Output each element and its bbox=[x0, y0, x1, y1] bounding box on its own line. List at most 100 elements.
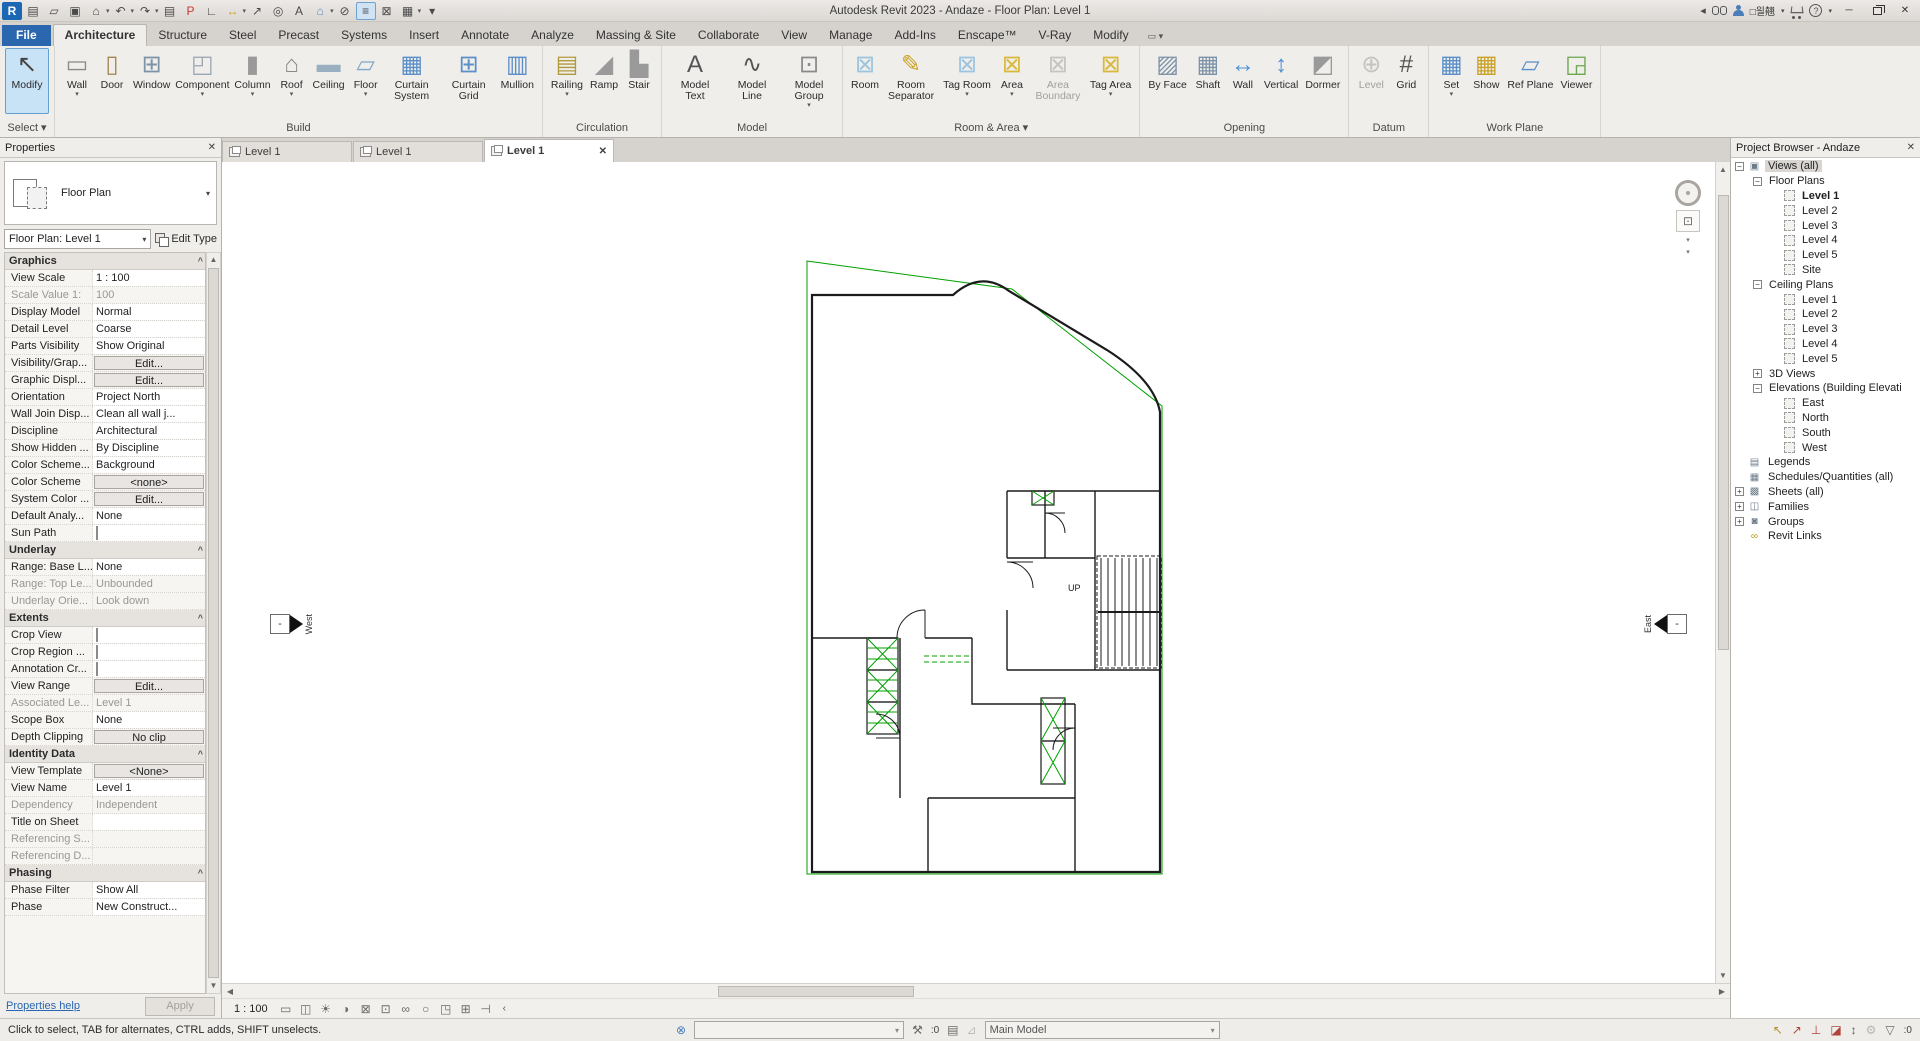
panel-label-select[interactable]: Select ▾ bbox=[0, 120, 54, 137]
ribbon-button-tag-area[interactable]: ⊠Tag Area▾ bbox=[1087, 48, 1134, 100]
property-checkbox[interactable] bbox=[96, 628, 98, 642]
ribbon-button-shaft[interactable]: ▦Shaft bbox=[1191, 48, 1225, 93]
scroll-down-icon[interactable]: ▼ bbox=[1719, 968, 1727, 983]
property-value[interactable]: Edit... bbox=[94, 373, 204, 387]
project-browser-close-icon[interactable]: ✕ bbox=[1907, 142, 1915, 153]
ribbon-button-curtain-grid[interactable]: ⊞Curtain Grid bbox=[441, 48, 497, 104]
ribbon-button-column[interactable]: ▮Column▾ bbox=[231, 48, 273, 100]
dropdown-icon[interactable]: ▾ bbox=[330, 7, 334, 15]
edit-type-button[interactable]: Edit Type bbox=[155, 233, 217, 246]
navbar-dropdown-icon[interactable]: ▾ bbox=[1686, 236, 1690, 244]
property-value[interactable]: Architectural bbox=[93, 423, 205, 439]
tree-item-east[interactable]: East bbox=[1731, 396, 1920, 411]
tab-manage[interactable]: Manage bbox=[818, 25, 883, 46]
elevation-marker-east[interactable]: East - bbox=[1642, 614, 1687, 634]
dropdown-icon[interactable]: ▾ bbox=[155, 7, 159, 15]
tab-structure[interactable]: Structure bbox=[147, 25, 218, 46]
view-tab-1[interactable]: Level 1 bbox=[222, 141, 352, 162]
scroll-right-icon[interactable]: ▶ bbox=[1714, 987, 1730, 996]
ribbon-button-by-face[interactable]: ▨By Face bbox=[1145, 48, 1190, 93]
qat-undo-button[interactable]: ↶ bbox=[111, 2, 131, 20]
property-value[interactable]: New Construct... bbox=[93, 899, 205, 915]
close-button[interactable]: ✕ bbox=[1894, 3, 1916, 19]
temporary-view-properties-icon[interactable]: ⊞ bbox=[457, 1001, 475, 1017]
ribbon-button-floor[interactable]: ▱Floor▾ bbox=[349, 48, 383, 100]
collapse-chevron-icon[interactable]: ^ bbox=[198, 256, 201, 266]
tab-architecture[interactable]: Architecture bbox=[53, 24, 148, 46]
qat-export-pdf-button[interactable]: P bbox=[181, 2, 201, 20]
minimize-button[interactable]: ─ bbox=[1838, 3, 1860, 19]
select-underlay-elements-toggle-icon[interactable]: ↗ bbox=[1792, 1023, 1802, 1037]
detail-level-icon[interactable]: ▭ bbox=[277, 1001, 295, 1017]
scrollbar-thumb[interactable] bbox=[208, 268, 219, 978]
background-processes-icon[interactable]: ⚙ bbox=[1866, 1023, 1877, 1037]
property-checkbox[interactable] bbox=[96, 662, 98, 676]
ribbon-button-viewer[interactable]: ◲Viewer bbox=[1557, 48, 1595, 93]
tab-collaborate[interactable]: Collaborate bbox=[687, 25, 770, 46]
qat-tag-by-category-button[interactable]: ◎ bbox=[268, 2, 288, 20]
dropdown-icon[interactable]: ▾ bbox=[565, 91, 569, 98]
ribbon-display-toggle-icon[interactable]: ▭ ▾ bbox=[1148, 31, 1164, 46]
ribbon-button-wall[interactable]: ↔Wall bbox=[1226, 48, 1260, 93]
dropdown-icon[interactable]: ▾ bbox=[75, 91, 79, 98]
type-preview[interactable]: Floor Plan ▾ bbox=[4, 161, 217, 225]
tree-expand-icon[interactable]: − bbox=[1735, 162, 1744, 171]
collapse-chevron-icon[interactable]: ^ bbox=[198, 868, 201, 878]
qat-thin-lines-button[interactable]: ≡ bbox=[356, 2, 376, 20]
tree-item-level-2[interactable]: Level 2 bbox=[1731, 307, 1920, 322]
dropdown-icon[interactable]: ▾ bbox=[1010, 91, 1014, 98]
user-dropdown-icon[interactable]: ▾ bbox=[1781, 7, 1785, 15]
ribbon-button-modify[interactable]: ↖Modify bbox=[5, 48, 49, 114]
active-workset-select[interactable]: ▾ bbox=[694, 1021, 904, 1039]
tree-item-level-5[interactable]: Level 5 bbox=[1731, 248, 1920, 263]
property-group-identity-data[interactable]: Identity Data^ bbox=[5, 746, 205, 763]
ribbon-button-mullion[interactable]: ▥Mullion bbox=[498, 48, 537, 93]
properties-close-icon[interactable]: ✕ bbox=[208, 142, 216, 153]
dropdown-icon[interactable]: ▾ bbox=[364, 91, 368, 98]
tree-item-families[interactable]: +◫Families bbox=[1731, 499, 1920, 514]
ribbon-button-tag-room[interactable]: ⊠Tag Room▾ bbox=[940, 48, 994, 100]
tab-massing-site[interactable]: Massing & Site bbox=[585, 25, 687, 46]
visual-style-icon[interactable]: ◫ bbox=[297, 1001, 315, 1017]
tree-item-legends[interactable]: ▤Legends bbox=[1731, 455, 1920, 470]
dropdown-icon[interactable]: ▾ bbox=[807, 102, 811, 109]
tab-file[interactable]: File bbox=[2, 25, 51, 46]
ribbon-button-show[interactable]: ▦Show bbox=[1469, 48, 1503, 93]
tree-item-level-5[interactable]: Level 5 bbox=[1731, 351, 1920, 366]
property-value[interactable] bbox=[93, 814, 205, 830]
qat-open-button[interactable]: ▱ bbox=[44, 2, 64, 20]
filter-icon[interactable]: ▽ bbox=[1885, 1023, 1894, 1037]
tab-modify[interactable]: Modify bbox=[1082, 25, 1139, 46]
username[interactable]: □읠翹 bbox=[1750, 3, 1775, 18]
ribbon-button-stair[interactable]: ▙Stair bbox=[622, 48, 656, 93]
tree-item-views-all[interactable]: −▣Views (all) bbox=[1731, 159, 1920, 174]
qat-measure-button[interactable]: ∟ bbox=[202, 2, 222, 20]
dropdown-icon[interactable]: ▾ bbox=[243, 7, 247, 15]
ribbon-button-vertical[interactable]: ↕Vertical bbox=[1261, 48, 1301, 93]
property-checkbox[interactable] bbox=[96, 526, 98, 540]
scroll-up-icon[interactable]: ▲ bbox=[1719, 162, 1727, 177]
tab-analyze[interactable]: Analyze bbox=[520, 25, 585, 46]
property-value[interactable]: <None> bbox=[94, 764, 204, 778]
ribbon-button-set[interactable]: ▦Set▾ bbox=[1434, 48, 1468, 100]
ribbon-button-wall[interactable]: ▭Wall▾ bbox=[60, 48, 94, 100]
property-group-phasing[interactable]: Phasing^ bbox=[5, 865, 205, 882]
active-design-option-select[interactable]: Main Model▾ bbox=[985, 1021, 1220, 1039]
tree-item-level-1[interactable]: Level 1 bbox=[1731, 189, 1920, 204]
dropdown-icon[interactable]: ▾ bbox=[201, 91, 205, 98]
help-icon[interactable]: ? bbox=[1809, 4, 1822, 17]
tree-item-sheets-all[interactable]: +▩Sheets (all) bbox=[1731, 485, 1920, 500]
type-dropdown-icon[interactable]: ▾ bbox=[206, 189, 210, 198]
property-value[interactable]: None bbox=[93, 508, 205, 524]
temporary-hide-isolate-icon[interactable]: ∞ bbox=[397, 1001, 415, 1017]
ribbon-button-model-group[interactable]: ⊡Model Group▾ bbox=[781, 48, 837, 111]
tab-annotate[interactable]: Annotate bbox=[450, 25, 520, 46]
qat-text-button[interactable]: A bbox=[289, 2, 309, 20]
tree-item-north[interactable]: North bbox=[1731, 411, 1920, 426]
property-value[interactable]: No clip bbox=[94, 730, 204, 744]
dropdown-icon[interactable]: ▾ bbox=[965, 91, 969, 98]
tree-item-west[interactable]: West bbox=[1731, 440, 1920, 455]
scroll-left-icon[interactable]: ◀ bbox=[222, 987, 238, 996]
tree-item-groups[interactable]: +◙Groups bbox=[1731, 514, 1920, 529]
select-pinned-elements-toggle-icon[interactable]: ⊥ bbox=[1811, 1023, 1821, 1037]
